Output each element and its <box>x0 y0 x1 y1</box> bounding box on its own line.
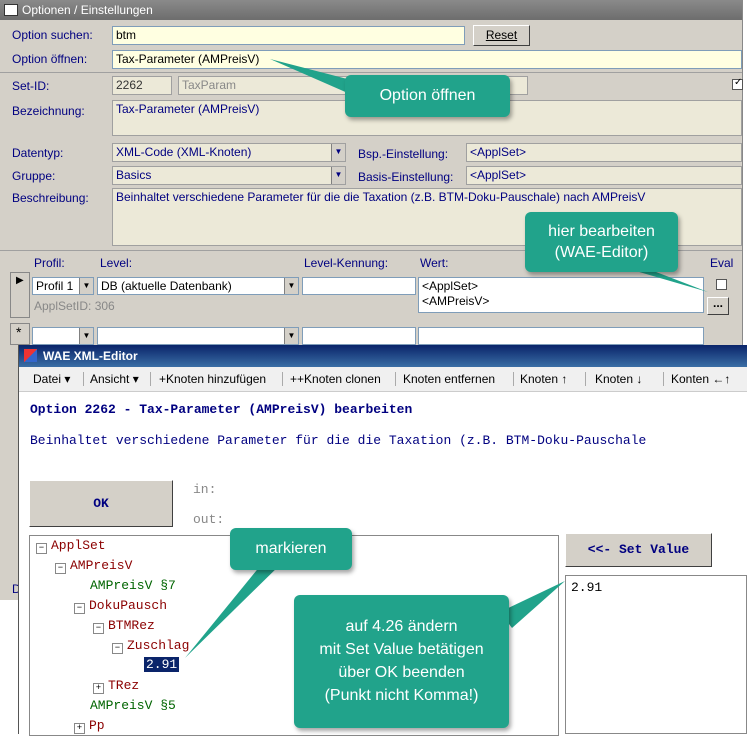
callout-edit: hier bearbeiten (WAE-Editor) <box>525 212 678 272</box>
callout-mark-pointer <box>185 560 285 658</box>
callout-open-pointer <box>270 59 355 94</box>
callout-change: auf 4.26 ändern mit Set Value betätigen … <box>294 595 509 728</box>
callout-mark: markieren <box>230 528 352 570</box>
callout-open: Option öffnen <box>345 75 510 117</box>
callout-change-pointer <box>500 581 565 628</box>
